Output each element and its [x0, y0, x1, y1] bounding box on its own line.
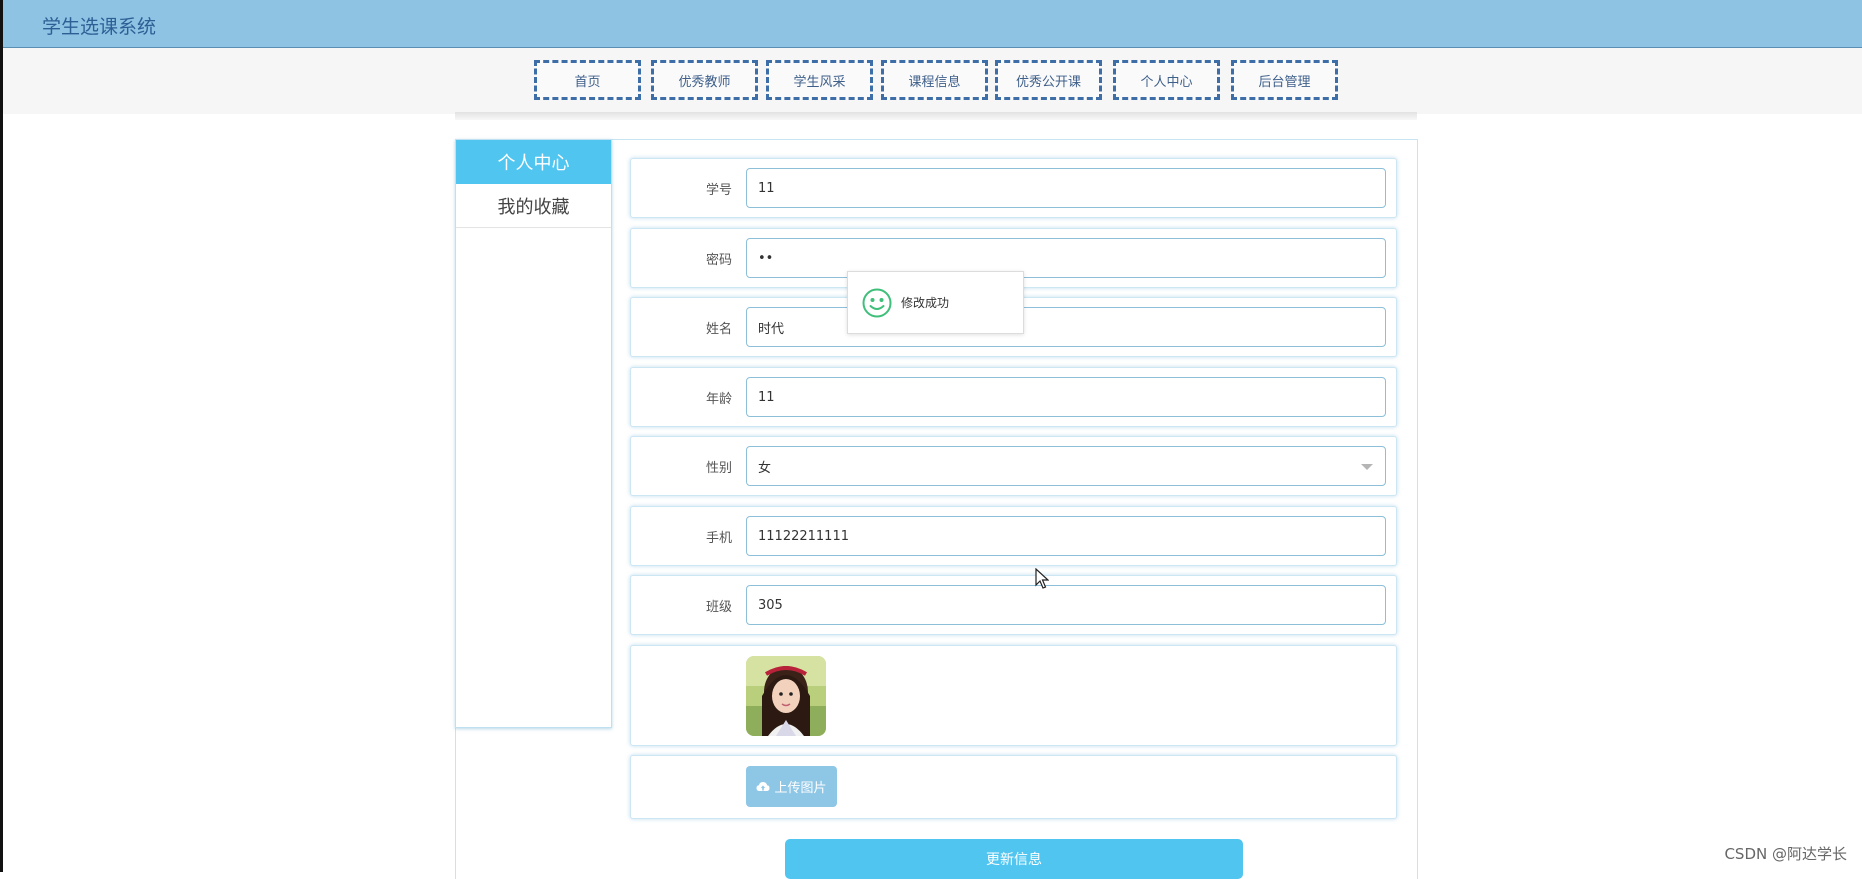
form-row-gender: 性别 女: [630, 436, 1397, 496]
app-title: 学生选课系统: [42, 16, 157, 38]
nav-course-info[interactable]: 课程信息: [881, 60, 988, 100]
watermark: CSDN @阿达学长: [1724, 845, 1847, 863]
nav-personal-center[interactable]: 个人中心: [1113, 60, 1220, 100]
nav-home[interactable]: 首页: [534, 60, 641, 100]
gender-label: 性别: [705, 461, 732, 476]
form-row-age: 年龄 11: [630, 367, 1397, 427]
class-label: 班级: [705, 600, 732, 615]
form-row-avatar: [630, 645, 1397, 746]
nav-excellent-teachers[interactable]: 优秀教师: [651, 60, 758, 100]
chevron-down-icon: [1361, 464, 1373, 470]
success-toast: 修改成功: [847, 271, 1024, 334]
nav-shadow: [455, 112, 1417, 120]
gender-select[interactable]: 女: [746, 446, 1386, 486]
nav-student-showcase[interactable]: 学生风采: [766, 60, 873, 100]
sidebar-item-favorites[interactable]: 我的收藏: [456, 184, 611, 228]
upload-image-label: 上传图片: [774, 781, 827, 796]
upload-image-button[interactable]: 上传图片: [746, 766, 837, 807]
cloud-upload-icon: [756, 781, 770, 791]
gender-value: 女: [758, 460, 772, 476]
nav-admin[interactable]: 后台管理: [1231, 60, 1338, 100]
form-row-class: 班级 305: [630, 575, 1397, 635]
password-input[interactable]: ••: [746, 238, 1386, 278]
age-input[interactable]: 11: [746, 377, 1386, 417]
password-label: 密码: [705, 253, 732, 268]
window-left-edge: [0, 0, 3, 872]
student-id-label: 学号: [705, 183, 732, 198]
name-input[interactable]: 时代: [746, 307, 1386, 347]
age-label: 年龄: [705, 392, 732, 407]
toast-message: 修改成功: [901, 296, 950, 310]
form-row-phone: 手机 11122211111: [630, 506, 1397, 566]
class-input[interactable]: 305: [746, 585, 1386, 625]
smile-icon: [862, 288, 892, 317]
phone-input[interactable]: 11122211111: [746, 516, 1386, 556]
form-row-upload: 上传图片: [630, 755, 1397, 819]
update-info-button[interactable]: 更新信息: [785, 839, 1243, 879]
avatar: [746, 656, 826, 736]
top-header-bar: 学生选课系统: [0, 0, 1862, 48]
nav-open-courses[interactable]: 优秀公开课: [995, 60, 1102, 100]
student-id-input[interactable]: 11: [746, 168, 1386, 208]
sidebar-item-personal-center[interactable]: 个人中心: [456, 140, 611, 184]
form-row-student-id: 学号 11: [630, 158, 1397, 218]
mouse-cursor-icon: [1035, 567, 1050, 594]
phone-label: 手机: [705, 531, 732, 546]
name-label: 姓名: [705, 322, 732, 337]
sidebar: 个人中心 我的收藏: [455, 139, 612, 728]
